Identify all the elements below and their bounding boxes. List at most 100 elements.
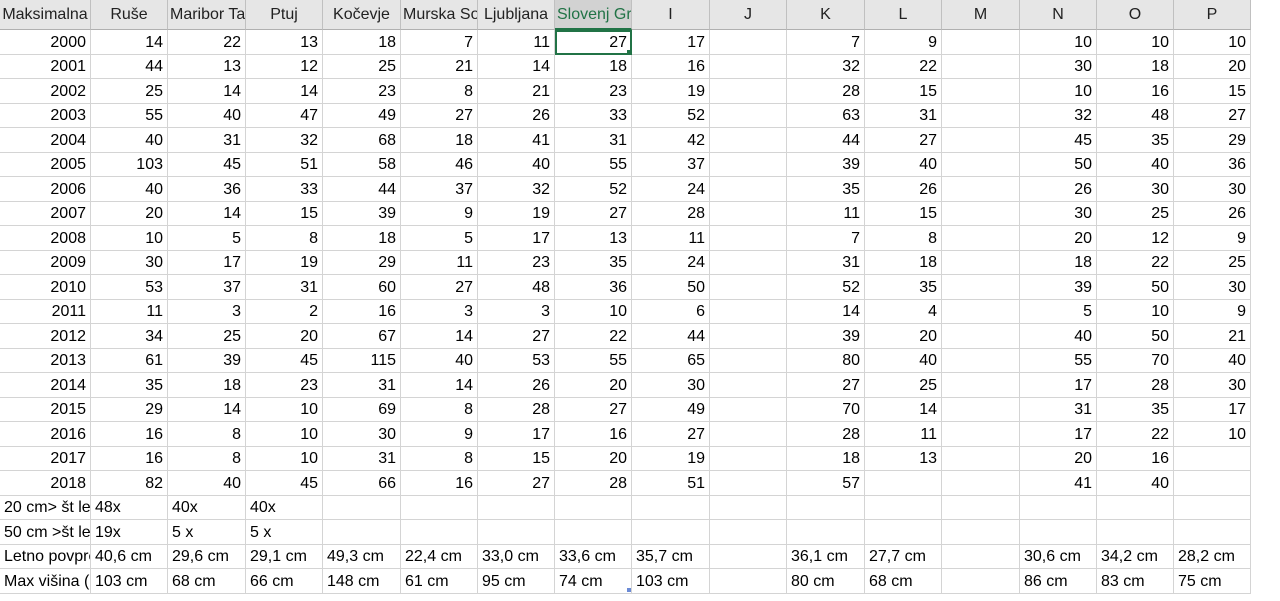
data-cell[interactable]: 35 [1097,398,1174,422]
data-cell[interactable]: 35 [91,373,168,398]
data-cell[interactable]: 68 cm [168,569,246,594]
data-cell[interactable] [710,104,787,128]
data-cell[interactable]: 16 [401,471,478,496]
data-cell[interactable] [942,275,1020,300]
row-label-cell[interactable]: 2005 [0,153,91,177]
data-cell[interactable]: 10 [555,300,632,324]
data-cell[interactable]: 33,6 cm [555,545,632,569]
column-header-j[interactable]: J [710,0,787,30]
data-cell[interactable]: 15 [865,202,942,226]
data-cell[interactable]: 40 [865,349,942,373]
row-label-cell[interactable]: Max višina (cm) [0,569,91,594]
data-cell[interactable] [942,349,1020,373]
column-header-p[interactable]: P [1174,0,1251,30]
data-cell[interactable] [710,79,787,104]
data-cell[interactable]: 8 [168,447,246,471]
data-cell[interactable]: 35 [1097,128,1174,153]
data-cell[interactable]: 8 [401,398,478,422]
data-cell[interactable]: 75 cm [1174,569,1251,594]
data-cell[interactable]: 19x [91,520,168,545]
data-cell[interactable]: 29 [1174,128,1251,153]
data-cell[interactable]: 49 [632,398,710,422]
data-cell[interactable]: 27,7 cm [865,545,942,569]
data-cell[interactable]: 27 [401,104,478,128]
data-cell[interactable]: 3 [478,300,555,324]
column-header-k[interactable]: K [787,0,865,30]
data-cell[interactable]: 115 [323,349,401,373]
data-cell[interactable]: 21 [478,79,555,104]
data-cell[interactable]: 47 [246,104,323,128]
data-cell[interactable] [323,496,401,520]
data-cell[interactable]: 10 [1097,300,1174,324]
data-cell[interactable]: 17 [168,251,246,275]
data-cell[interactable]: 5 [1020,300,1097,324]
data-cell[interactable]: 30 [1174,373,1251,398]
data-cell[interactable] [710,226,787,251]
data-cell[interactable]: 26 [478,104,555,128]
data-cell[interactable] [710,349,787,373]
data-cell[interactable]: 30 [1097,177,1174,202]
data-cell[interactable] [710,496,787,520]
data-cell[interactable]: 20 [1020,226,1097,251]
data-cell[interactable] [710,471,787,496]
data-cell[interactable]: 11 [478,30,555,55]
data-cell[interactable]: 20 [246,324,323,349]
data-cell[interactable]: 17 [632,30,710,55]
data-cell[interactable] [942,30,1020,55]
data-cell[interactable]: 58 [323,153,401,177]
data-cell[interactable]: 39 [323,202,401,226]
row-label-cell[interactable]: 2012 [0,324,91,349]
data-cell[interactable] [865,496,942,520]
data-cell[interactable]: 51 [246,153,323,177]
data-cell[interactable]: 26 [865,177,942,202]
data-cell[interactable] [787,520,865,545]
column-header-murska-so[interactable]: Murska So [401,0,478,30]
data-cell[interactable]: 40 [1174,349,1251,373]
data-cell[interactable]: 31 [246,275,323,300]
data-cell[interactable]: 28 [787,79,865,104]
data-cell[interactable]: 28,2 cm [1174,545,1251,569]
data-cell[interactable]: 57 [787,471,865,496]
data-cell[interactable]: 8 [865,226,942,251]
data-cell[interactable]: 14 [401,373,478,398]
data-cell[interactable]: 49,3 cm [323,545,401,569]
data-cell[interactable]: 52 [555,177,632,202]
data-cell[interactable]: 8 [168,422,246,447]
data-cell[interactable] [1174,520,1251,545]
data-cell[interactable]: 22 [1097,422,1174,447]
data-cell[interactable]: 17 [1020,373,1097,398]
data-cell[interactable] [710,153,787,177]
data-cell[interactable] [942,545,1020,569]
data-cell[interactable] [942,447,1020,471]
data-cell[interactable]: 40 [1097,471,1174,496]
data-cell[interactable]: 70 [787,398,865,422]
data-cell[interactable]: 6 [632,300,710,324]
data-cell[interactable] [1174,496,1251,520]
data-cell[interactable] [710,447,787,471]
data-cell[interactable]: 10 [1174,422,1251,447]
data-cell[interactable] [710,30,787,55]
data-cell[interactable]: 39 [1020,275,1097,300]
data-cell[interactable]: 50 [632,275,710,300]
data-cell[interactable]: 29 [323,251,401,275]
data-cell[interactable]: 48 [1097,104,1174,128]
data-cell[interactable]: 22 [555,324,632,349]
data-cell[interactable]: 36,1 cm [787,545,865,569]
data-cell[interactable]: 31 [168,128,246,153]
data-cell[interactable]: 13 [168,55,246,79]
data-cell[interactable]: 14 [168,79,246,104]
data-cell[interactable] [942,79,1020,104]
data-cell[interactable]: 28 [555,471,632,496]
data-cell[interactable] [401,496,478,520]
data-cell[interactable]: 40 [1097,153,1174,177]
data-cell[interactable]: 103 [91,153,168,177]
data-cell[interactable]: 17 [1020,422,1097,447]
data-cell[interactable] [942,55,1020,79]
data-cell[interactable]: 53 [478,349,555,373]
data-cell[interactable]: 25 [1174,251,1251,275]
data-cell[interactable]: 40,6 cm [91,545,168,569]
row-label-cell[interactable]: 2004 [0,128,91,153]
data-cell[interactable]: 21 [1174,324,1251,349]
data-cell[interactable]: 67 [323,324,401,349]
data-cell[interactable]: 21 [401,55,478,79]
